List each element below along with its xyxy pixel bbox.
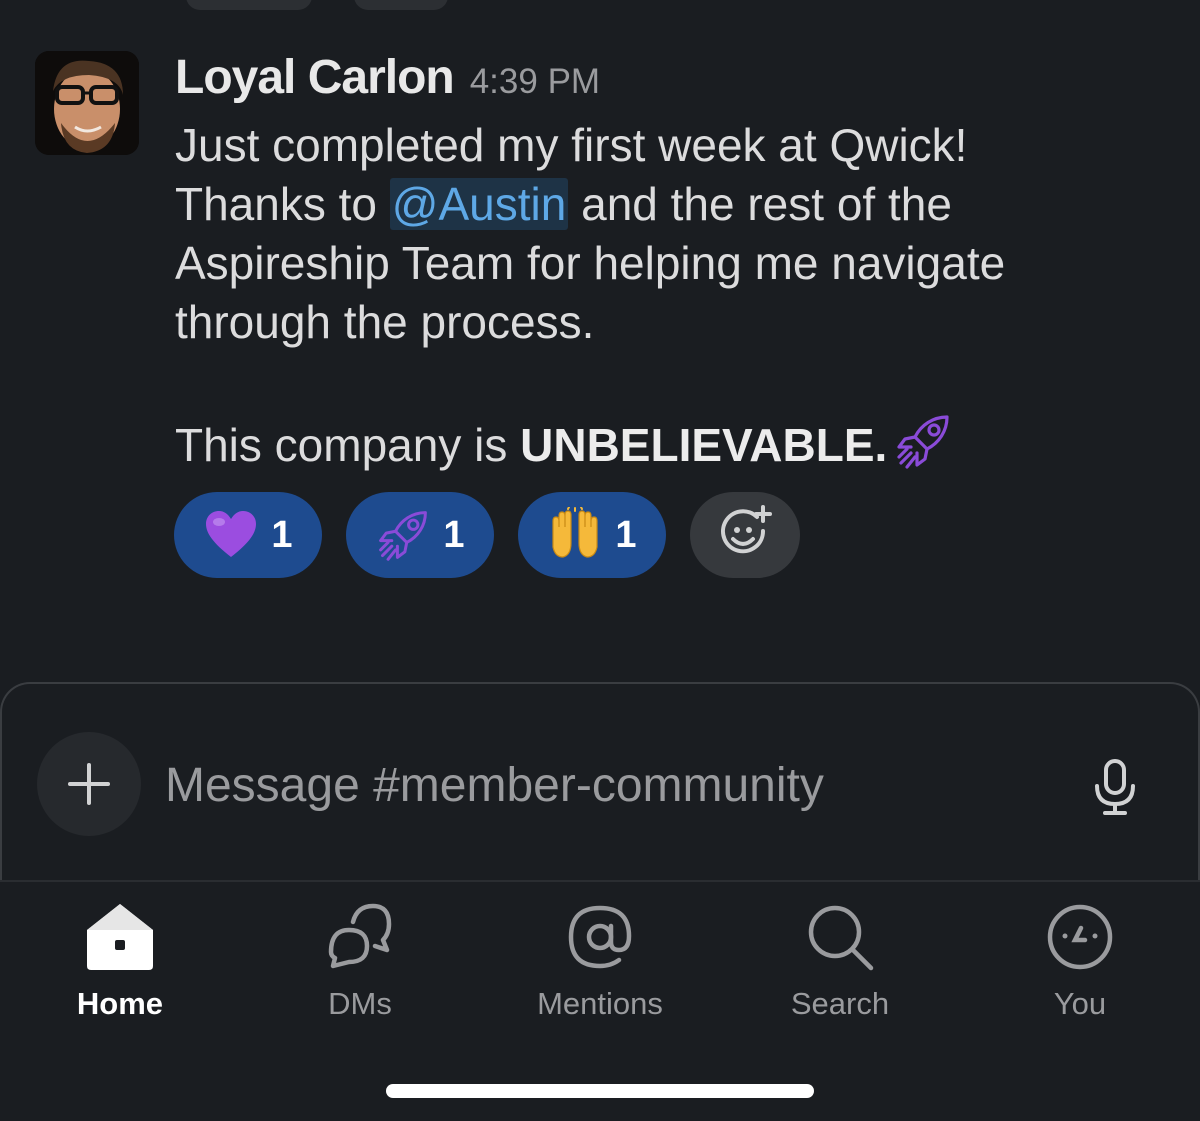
tab-you[interactable]: You	[960, 900, 1200, 1050]
reaction-purple-heart[interactable]: 1	[174, 492, 322, 578]
dms-icon	[328, 903, 392, 969]
reaction-rocket[interactable]: 1	[346, 492, 494, 578]
reaction-count: 1	[271, 513, 293, 556]
author-name[interactable]: Loyal Carlon	[175, 50, 455, 105]
message-text: This company is	[175, 419, 521, 471]
message-text: Thanks to	[175, 178, 390, 230]
rocket-icon	[375, 507, 431, 563]
tab-search[interactable]: Search	[720, 900, 960, 1050]
reaction-count: 1	[443, 513, 465, 556]
home-indicator[interactable]	[386, 1084, 814, 1098]
reaction-raising-hands[interactable]: 1	[518, 492, 666, 578]
home-icon	[87, 904, 153, 970]
tab-label: Mentions	[537, 986, 663, 1021]
reaction-bar: 1 1 1	[174, 492, 800, 578]
purple-heart-icon	[203, 507, 259, 563]
reaction-count: 1	[615, 513, 637, 556]
message-line: Thanks to @Austin and the rest of the	[175, 175, 1165, 234]
tab-label: DMs	[328, 986, 392, 1021]
tab-label: Home	[76, 986, 164, 1021]
message-composer	[0, 682, 1200, 882]
message-input[interactable]	[165, 754, 1045, 816]
tab-dms[interactable]: DMs	[240, 900, 480, 1050]
microphone-icon[interactable]	[1092, 758, 1138, 816]
message-line: This company is UNBELIEVABLE.	[175, 411, 1165, 475]
previous-reaction-pill[interactable]	[354, 0, 448, 10]
rocket-icon	[893, 411, 953, 471]
add-emoji-icon	[717, 504, 773, 566]
message-body: Just completed my first week at Qwick! T…	[175, 116, 1165, 475]
tab-mentions[interactable]: Mentions	[480, 900, 720, 1050]
you-icon	[1047, 904, 1113, 970]
message-header: Loyal Carlon 4:39 PM	[175, 50, 600, 110]
add-reaction-button[interactable]	[690, 492, 800, 578]
avatar[interactable]	[35, 51, 139, 155]
previous-reaction-pill[interactable]	[186, 0, 312, 10]
message-bold-text: UNBELIEVABLE.	[520, 419, 888, 471]
tab-label: You	[1053, 986, 1107, 1021]
message-line: through the process.	[175, 296, 595, 348]
mentions-icon	[568, 905, 632, 969]
tab-home[interactable]: Home	[0, 900, 240, 1050]
plus-icon	[68, 763, 110, 805]
user-mention[interactable]: @Austin	[389, 178, 569, 230]
attach-button[interactable]	[37, 732, 141, 836]
raising-hands-icon	[547, 506, 603, 563]
search-icon	[808, 905, 874, 971]
message-timestamp[interactable]: 4:39 PM	[470, 62, 600, 102]
tab-label: Search	[790, 986, 890, 1021]
message-line: Aspireship Team for helping me navigate	[175, 237, 1006, 289]
message-line: Just completed my first week at Qwick!	[175, 119, 968, 171]
message-text: and the rest of the	[568, 178, 952, 230]
